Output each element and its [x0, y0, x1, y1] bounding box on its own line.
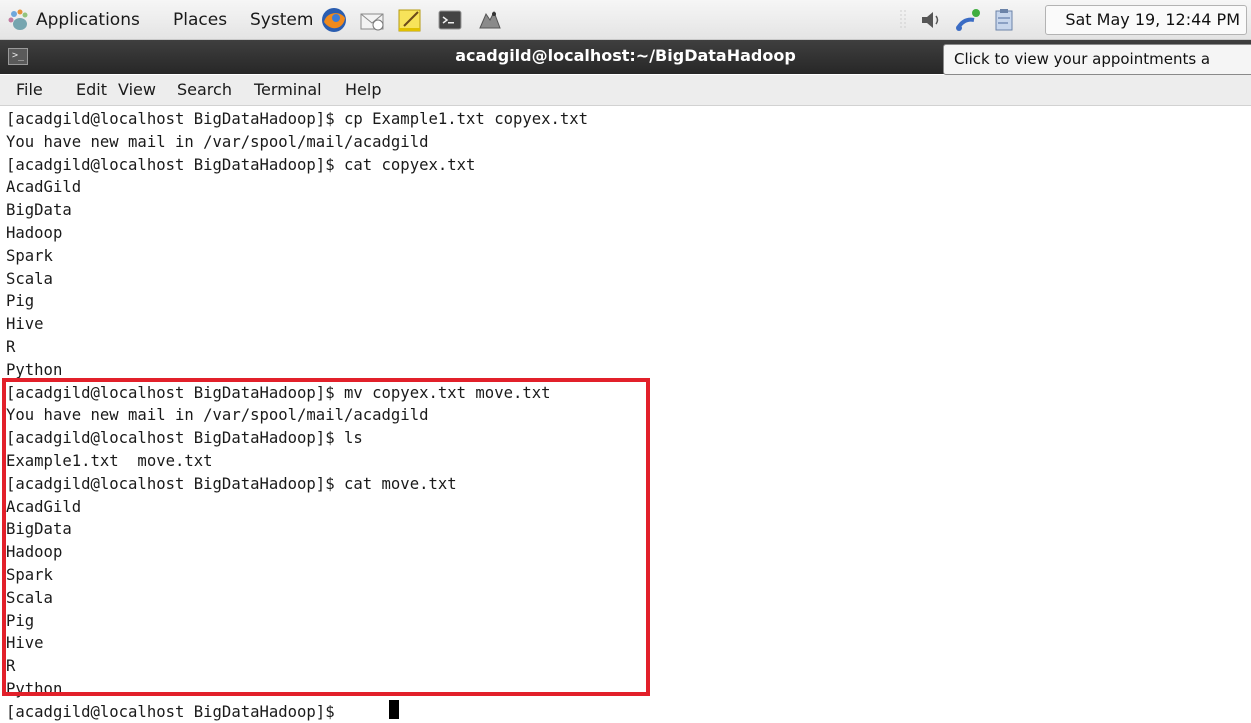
- mail-icon[interactable]: [358, 6, 386, 34]
- menu-edit[interactable]: Edit: [76, 80, 107, 99]
- highlight-annotation-box: [2, 378, 650, 696]
- volume-icon[interactable]: [918, 8, 946, 32]
- top-panel: Applications Places System Sat May 19, 1…: [0, 0, 1251, 40]
- terminal-line: Hive: [6, 315, 44, 334]
- terminal-line: R: [6, 338, 16, 356]
- menu-help[interactable]: Help: [345, 80, 381, 99]
- terminal-icon[interactable]: [436, 6, 464, 34]
- terminal-line: Spark: [6, 246, 53, 265]
- terminal-output[interactable]: [acadgild@localhost BigDataHadoop]$ cp E…: [0, 108, 1251, 721]
- terminal-line: [acadgild@localhost BigDataHadoop]$ cat …: [6, 155, 476, 174]
- terminal-line: BigData: [6, 201, 72, 220]
- system-menu[interactable]: System: [250, 10, 313, 30]
- terminal-line: You have new mail in /var/spool/mail/aca…: [6, 132, 429, 151]
- gnome-foot-icon[interactable]: [6, 8, 32, 32]
- clipboard-icon[interactable]: [990, 8, 1018, 32]
- terminal-line: Scala: [6, 269, 53, 288]
- firefox-icon[interactable]: [320, 6, 348, 34]
- screenshot-icon[interactable]: [476, 6, 504, 34]
- menu-file[interactable]: File: [16, 80, 43, 99]
- terminal-cursor: [389, 700, 399, 719]
- terminal-line: [acadgild@localhost BigDataHadoop]$ cp E…: [6, 110, 589, 128]
- terminal-line: AcadGild: [6, 178, 82, 197]
- menu-search[interactable]: Search: [177, 80, 232, 99]
- terminal-line: Pig: [6, 292, 35, 311]
- notes-icon[interactable]: [396, 6, 424, 34]
- clock-tooltip: Click to view your appointments a: [943, 44, 1251, 75]
- terminal-menubar: File Edit View Search Terminal Help: [0, 75, 1251, 106]
- panel-separator: [898, 8, 910, 32]
- network-icon[interactable]: [954, 8, 984, 32]
- menu-view[interactable]: View: [118, 80, 156, 99]
- applications-menu[interactable]: Applications: [36, 10, 140, 30]
- terminal-prompt-line: [acadgild@localhost BigDataHadoop]$: [6, 702, 344, 721]
- clock[interactable]: Sat May 19, 12:44 PM: [1045, 5, 1247, 35]
- menu-terminal[interactable]: Terminal: [254, 80, 322, 99]
- places-menu[interactable]: Places: [173, 10, 227, 30]
- terminal-line: Hadoop: [6, 224, 63, 242]
